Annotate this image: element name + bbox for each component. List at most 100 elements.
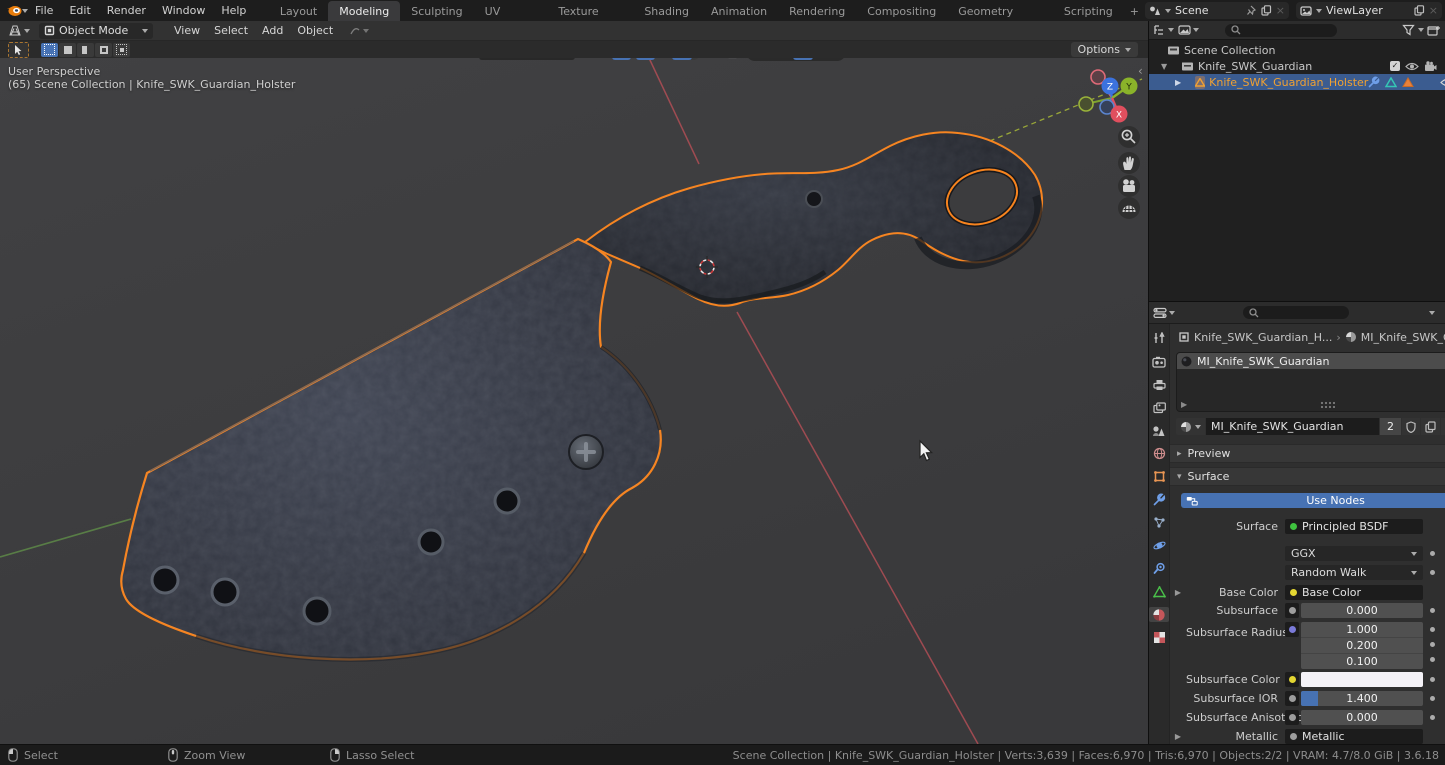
expand-input-arrow[interactable]: ▶	[1170, 588, 1186, 597]
animate-dot[interactable]	[1430, 657, 1435, 662]
select-mode-subtract-button[interactable]	[77, 43, 94, 57]
outliner-row-scene-collection[interactable]: Scene Collection	[1149, 42, 1445, 58]
collection-checkbox[interactable]: ✓	[1390, 61, 1400, 71]
animate-dot[interactable]	[1430, 677, 1435, 682]
workspace-tab-scripting[interactable]: Scripting	[1053, 1, 1124, 22]
tab-material[interactable]	[1149, 607, 1169, 622]
distribution-dropdown[interactable]: GGX	[1285, 546, 1423, 561]
tab-constraints[interactable]	[1149, 561, 1169, 576]
tab-output[interactable]	[1149, 377, 1169, 392]
workspace-tab-layout[interactable]: Layout	[269, 1, 328, 22]
fake-user-shield-button[interactable]	[1402, 418, 1420, 435]
blender-logo-icon[interactable]	[6, 3, 22, 18]
slot-expand-arrow[interactable]: ▶	[1181, 400, 1187, 409]
outliner-item-label[interactable]: Knife_SWK_Guardian	[1198, 60, 1312, 73]
active-tool-select-box[interactable]	[8, 42, 29, 58]
pan-view-button[interactable]	[1118, 152, 1140, 174]
material-name-field[interactable]: MI_Knife_SWK_Guardian	[1206, 418, 1379, 435]
options-dropdown[interactable]: Options	[1071, 42, 1138, 57]
expand-arrow[interactable]: ▶	[1153, 78, 1181, 87]
menu-edit[interactable]: Edit	[61, 4, 98, 17]
animate-dot[interactable]	[1430, 608, 1435, 613]
tab-physics[interactable]	[1149, 538, 1169, 553]
tab-modifiers[interactable]	[1149, 492, 1169, 507]
hide-eye-icon[interactable]	[1440, 77, 1445, 88]
tab-texture[interactable]	[1149, 630, 1169, 645]
view-layer-name[interactable]: ViewLayer	[1326, 4, 1410, 17]
outliner-item-label[interactable]: Scene Collection	[1184, 44, 1275, 57]
outliner-display-mode-button[interactable]	[1178, 24, 1199, 36]
base-color-field[interactable]: Base Color	[1285, 585, 1423, 600]
animate-dot[interactable]	[1430, 570, 1435, 575]
tab-view-layer[interactable]	[1149, 400, 1169, 415]
outliner-search-input[interactable]	[1225, 24, 1337, 37]
view-layer-browse-chevron[interactable]	[1316, 9, 1322, 13]
tab-particles[interactable]	[1149, 515, 1169, 530]
use-nodes-button[interactable]: Use Nodes	[1181, 493, 1445, 508]
hide-eye-icon[interactable]	[1405, 61, 1419, 72]
animate-dot[interactable]	[1430, 627, 1435, 632]
tab-object[interactable]	[1149, 469, 1169, 484]
new-collection-icon[interactable]	[1427, 24, 1441, 37]
workspace-tab-uv-editing[interactable]: UV Editing	[474, 1, 548, 22]
workspace-tab-modeling[interactable]: Modeling	[328, 1, 400, 22]
subsurface-color-swatch[interactable]	[1301, 672, 1423, 687]
menu-help[interactable]: Help	[213, 4, 254, 17]
menu-view[interactable]: View	[167, 24, 207, 37]
menu-add[interactable]: Add	[255, 24, 290, 37]
gizmo-negative-y[interactable]	[1079, 97, 1093, 111]
workspace-tab-shading[interactable]: Shading	[633, 1, 700, 22]
new-material-copy-button[interactable]	[1421, 418, 1440, 435]
scene-selector[interactable]: Scene ×	[1145, 2, 1289, 19]
select-mode-set-button[interactable]	[41, 43, 58, 57]
browse-material-button[interactable]	[1176, 418, 1205, 435]
new-scene-icon[interactable]	[1261, 5, 1272, 16]
animate-dot[interactable]	[1430, 551, 1435, 556]
workspace-tab-rendering[interactable]: Rendering	[778, 1, 856, 22]
filter-icon[interactable]	[1402, 24, 1415, 36]
subsurface-color-socket[interactable]	[1285, 672, 1299, 687]
subsurface-ior-socket[interactable]	[1285, 691, 1299, 706]
select-mode-intersect-button[interactable]	[113, 43, 130, 57]
animate-dot[interactable]	[1430, 642, 1435, 647]
panel-header-surface[interactable]: ▾ Surface	[1170, 467, 1445, 486]
subsurface-radius-socket[interactable]	[1285, 622, 1299, 637]
panel-header-preview[interactable]: ▸ Preview	[1170, 444, 1445, 463]
toggle-view-button[interactable]	[1118, 197, 1140, 219]
tab-tool[interactable]	[1149, 331, 1169, 346]
tab-render[interactable]	[1149, 354, 1169, 369]
subsurface-socket[interactable]	[1285, 603, 1299, 618]
filter-chevron[interactable]	[1418, 28, 1424, 32]
mode-dropdown[interactable]: Object Mode	[39, 23, 153, 39]
subsurface-radius-y[interactable]: 0.200	[1301, 637, 1423, 653]
zoom-view-button[interactable]	[1118, 126, 1140, 148]
material-users-count-button[interactable]: 2	[1380, 418, 1401, 435]
animate-dot[interactable]	[1430, 715, 1435, 720]
sidebar-toggle-arrow[interactable]: ‹	[1138, 64, 1143, 78]
outliner-row-collection[interactable]: ▼ Knife_SWK_Guardian ✓	[1149, 58, 1445, 74]
select-mode-invert-button[interactable]	[95, 43, 112, 57]
workspace-tab-compositing[interactable]: Compositing	[856, 1, 947, 22]
properties-options-chevron[interactable]	[1429, 311, 1435, 315]
scene-name[interactable]: Scene	[1175, 4, 1243, 17]
camera-view-button[interactable]	[1118, 175, 1140, 197]
breadcrumb-object[interactable]: Knife_SWK_Guardian_H...	[1194, 331, 1332, 344]
subsurface-ior-slider[interactable]: 1.400	[1301, 691, 1423, 706]
tab-object-data[interactable]	[1149, 584, 1169, 599]
subsurface-radius-z[interactable]: 0.100	[1301, 653, 1423, 669]
menu-select[interactable]: Select	[207, 24, 255, 37]
surface-shader-field[interactable]: Principled BSDF	[1285, 519, 1423, 534]
unlink-material-button[interactable]: ×	[1441, 418, 1445, 435]
workspace-tab-texture-paint[interactable]: Texture Paint	[547, 1, 633, 22]
menu-file[interactable]: File	[27, 4, 61, 17]
add-workspace-button[interactable]: +	[1124, 1, 1145, 22]
metallic-field[interactable]: Metallic	[1285, 729, 1423, 744]
subsurface-method-dropdown[interactable]: Random Walk	[1285, 565, 1423, 580]
view-layer-selector[interactable]: ViewLayer ×	[1296, 2, 1442, 19]
subsurface-anisotropy-socket[interactable]	[1285, 710, 1299, 725]
editor-type-button[interactable]	[5, 23, 33, 39]
transform-widget-button[interactable]	[346, 23, 372, 39]
workspace-tab-geometry-nodes[interactable]: Geometry Nodes	[947, 1, 1053, 22]
properties-search-input[interactable]	[1243, 306, 1349, 319]
animate-dot[interactable]	[1430, 696, 1435, 701]
